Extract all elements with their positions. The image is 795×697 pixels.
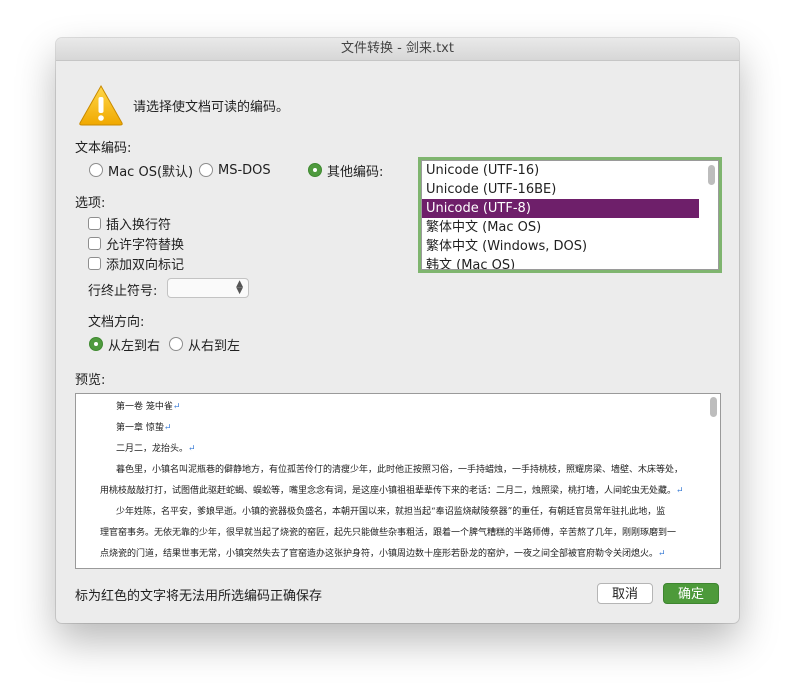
encoding-list-scrollbar[interactable] [708,165,715,185]
warning-icon [78,84,124,126]
encoding-list[interactable]: Unicode (UTF-16) Unicode (UTF-16BE) Unic… [421,160,719,270]
encoding-list-item[interactable]: Unicode (UTF-16) [422,161,699,180]
radio-ms-dos-indicator[interactable] [199,163,213,177]
radio-other-encoding-indicator[interactable] [308,163,322,177]
radio-other-encoding-label: 其他编码: [327,164,384,180]
ok-button[interactable]: 确定 [663,583,719,604]
preview-line: 暮色里，小镇名叫泥瓶巷的僻静地方，有位孤苦伶仃的清瘦少年，此时他正按照习俗，一手… [116,465,684,475]
preview-line: 二月二，龙抬头。↵ [116,444,196,454]
allow-substitution-checkbox[interactable] [88,236,101,250]
file-conversion-dialog: 文件转换 - 剑来.txt 请选择使文档可读的编码。 文本编码: Mac OS(… [56,38,739,623]
radio-mac-os-indicator[interactable] [89,163,103,177]
radio-ms-dos-label: MS-DOS [218,162,271,178]
direction-label: 文档方向: [88,315,145,330]
options-label: 选项: [75,196,106,211]
add-bidi-mark-option[interactable]: 添加双向标记 [88,254,185,273]
preview-line: 第一卷 笼中雀↵ [116,402,181,412]
encoding-list-item[interactable]: 繁体中文 (Mac OS) [422,218,699,237]
insert-linebreak-option[interactable]: 插入换行符 [88,214,172,233]
preview-pane[interactable]: 第一卷 笼中雀↵ 第一章 惊蛰↵ 二月二，龙抬头。↵ 暮色里，小镇名叫泥瓶巷的僻… [75,393,721,569]
allow-substitution-label: 允许字符替换 [106,237,185,253]
radio-mac-os-label: Mac OS(默认) [108,164,194,180]
radio-rtl[interactable]: 从右到左 [169,335,241,354]
radio-ms-dos[interactable]: MS-DOS [199,161,271,179]
encoding-list-item[interactable]: 繁体中文 (Windows, DOS) [422,237,699,256]
encoding-list-item-selected[interactable]: Unicode (UTF-8) [422,199,699,218]
encoding-list-item[interactable]: 韩文 (Mac OS) [422,256,699,269]
preview-line: 少年姓陈，名平安，爹娘早逝。小镇的瓷器极负盛名，本朝开国以来，就担当起“奉诏监烧… [116,507,666,517]
cancel-button[interactable]: 取消 [597,583,653,604]
radio-ltr-indicator[interactable] [89,337,103,351]
encoding-label: 文本编码: [75,141,132,156]
allow-substitution-option[interactable]: 允许字符替换 [88,234,185,253]
preview-line: 第一章 惊蛰↵ [116,423,172,433]
line-end-label: 行终止符号: [88,284,158,299]
encoding-list-item[interactable]: Unicode (UTF-16BE) [422,180,699,199]
radio-ltr-label: 从左到右 [108,338,161,354]
chevron-updown-icon: ▲ ▼ [236,279,243,296]
radio-other-encoding[interactable]: 其他编码: [308,161,384,180]
line-end-select[interactable]: ▲ ▼ [167,278,249,298]
preview-line: 用桃枝敲敲打打，试图借此驱赶蛇蝎、蜈蚣等，嘴里念念有词，是这座小镇祖祖辈辈传下来… [100,486,684,496]
preview-line: 点烧瓷的门道，结果世事无常，小镇突然失去了官窑造办这张护身符，小镇周边数十座形若… [100,549,666,559]
preview-scrollbar[interactable] [710,397,717,417]
preview-line: 理官窑事务。无依无靠的少年，很早就当起了烧瓷的窑匠，起先只能做些杂事粗活，跟着一… [100,528,677,538]
radio-ltr[interactable]: 从左到右 [89,335,161,354]
window-title: 文件转换 - 剑来.txt [56,38,739,61]
add-bidi-mark-checkbox[interactable] [88,256,101,270]
insert-linebreak-checkbox[interactable] [88,216,101,230]
prompt-text: 请选择使文档可读的编码。 [133,100,290,115]
radio-rtl-label: 从右到左 [188,338,241,354]
add-bidi-mark-label: 添加双向标记 [106,257,185,273]
insert-linebreak-label: 插入换行符 [106,217,172,233]
radio-mac-os[interactable]: Mac OS(默认) [89,161,194,180]
footer-note: 标为红色的文字将无法用所选编码正确保存 [75,589,323,604]
radio-rtl-indicator[interactable] [169,337,183,351]
preview-label: 预览: [75,373,106,388]
